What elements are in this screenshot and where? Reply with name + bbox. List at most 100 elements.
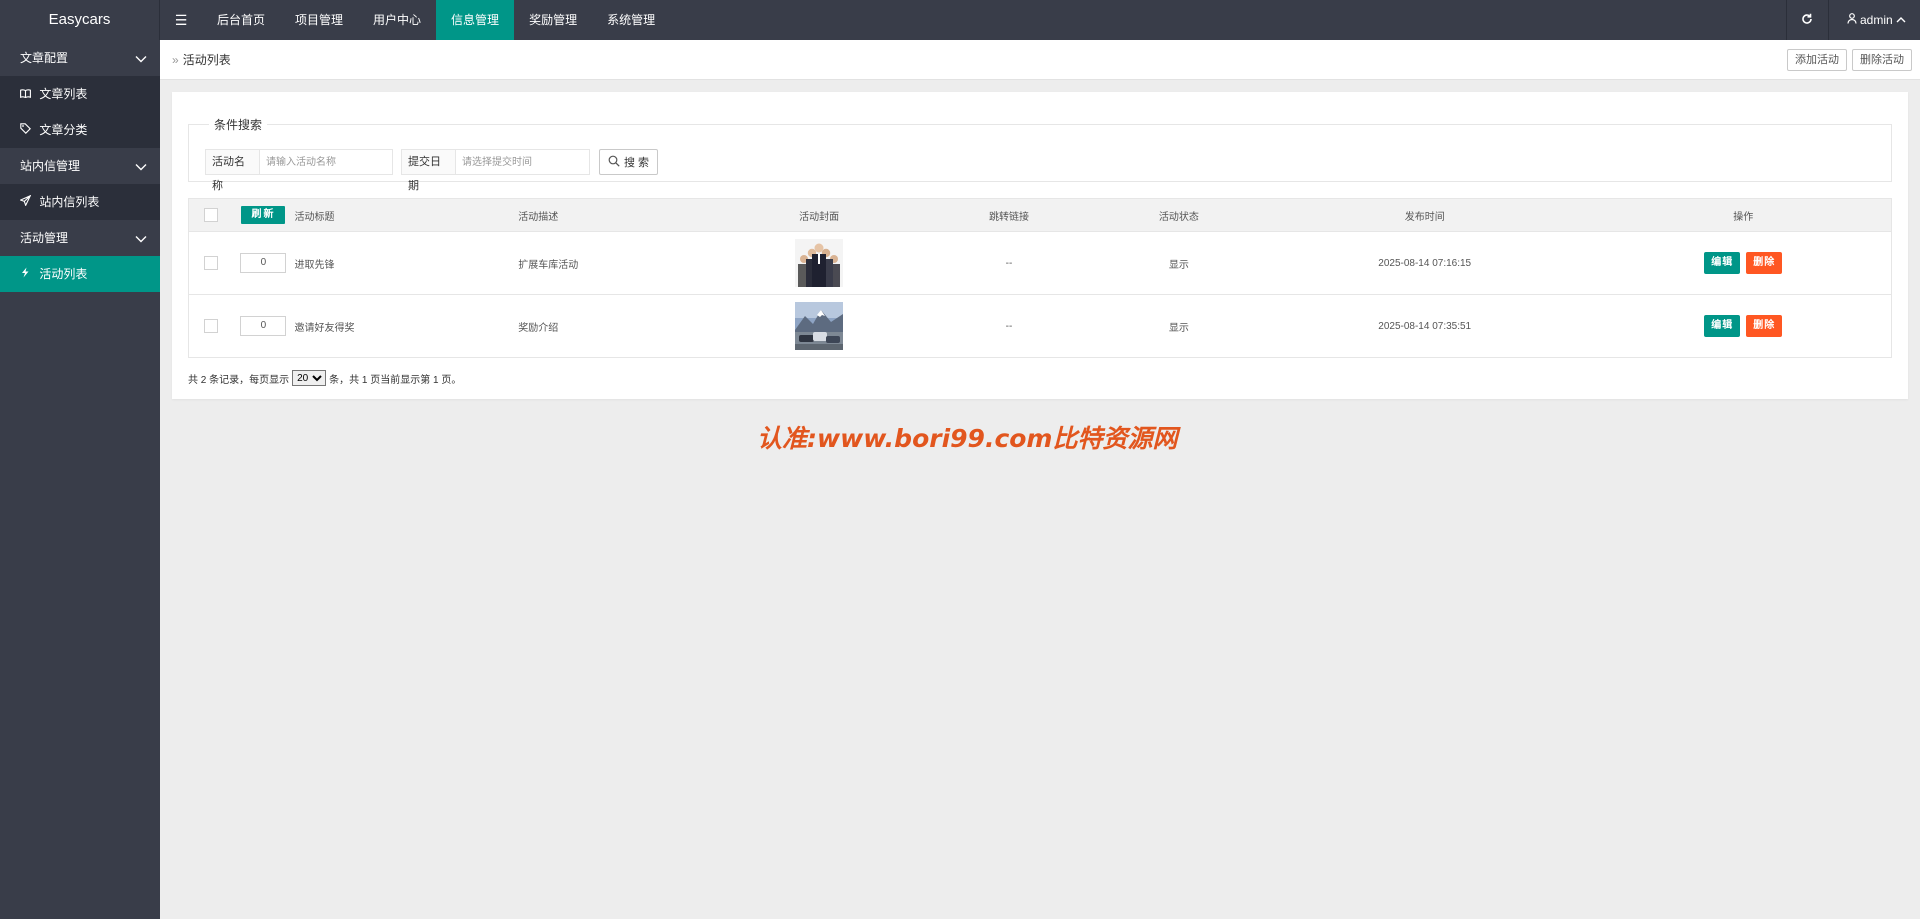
row-actions: 编辑 删除: [1595, 231, 1892, 295]
nav-info[interactable]: 信息管理: [436, 0, 515, 40]
search-legend: 条件搜索: [214, 118, 263, 132]
sidebar-group-article-config[interactable]: 文章配置: [0, 40, 160, 76]
top-right: admin: [1785, 0, 1920, 40]
refresh-cell: 刷新: [232, 198, 295, 232]
col-time: 发布时间: [1253, 198, 1596, 232]
sidebar-item-label: 站内信列表: [39, 195, 100, 209]
chevron-down-icon: [134, 40, 148, 76]
col-link: 跳转链接: [914, 198, 1104, 232]
sidebar-group-label: 站内信管理: [20, 159, 81, 173]
add-activity-button[interactable]: 添加活动: [1787, 49, 1847, 71]
user-name: admin: [1859, 13, 1893, 27]
row-time: 2025-08-14 07:16:15: [1253, 231, 1596, 295]
col-actions: 操作: [1595, 198, 1892, 232]
sidebar-item-label: 活动列表: [39, 267, 88, 281]
send-icon: [19, 185, 34, 221]
user-icon: [1847, 13, 1857, 27]
row-cover-cell: [724, 294, 915, 358]
row-link: --: [914, 294, 1104, 358]
activity-table: 刷新 活动标题 活动描述 活动封面 跳转链接 活动状态 发布时间 操作 0 进取…: [188, 198, 1892, 358]
sidebar-group-message[interactable]: 站内信管理: [0, 148, 160, 184]
sidebar-item-label: 文章分类: [39, 123, 88, 137]
row-desc: 扩展车库活动: [518, 231, 725, 295]
edit-button[interactable]: 编辑: [1704, 315, 1741, 337]
page-size-select[interactable]: 20: [292, 370, 327, 386]
sidebar-item-message-list[interactable]: 站内信列表: [0, 184, 160, 220]
sidebar: 文章配置 文章列表 文章分类 站内信管理 站内信列表 活动管理 活动列表: [0, 40, 160, 919]
table-refresh-button[interactable]: 刷新: [241, 206, 286, 224]
submit-date-input[interactable]: [456, 150, 589, 174]
row-desc: 奖励介绍: [518, 294, 725, 358]
chevron-down-icon: [134, 220, 148, 256]
col-title: 活动标题: [294, 198, 519, 232]
pagination-prefix: 共 2 条记录，每页显示: [188, 374, 290, 386]
search-fieldset: 条件搜索 活动名称 提交日期 搜 索: [188, 116, 1892, 192]
mountain-cars-image[interactable]: [795, 302, 844, 350]
row-title: 邀请好友得奖: [294, 294, 519, 358]
select-all-cell: [188, 198, 233, 232]
delete-button[interactable]: 删除: [1746, 315, 1783, 337]
breadcrumb-current: 活动列表: [182, 53, 231, 67]
nav-system[interactable]: 系统管理: [592, 0, 670, 40]
watermark-text: 认准:www.bori99.com比特资源网: [757, 424, 1178, 453]
row-title: 进取先锋: [294, 231, 519, 295]
app-logo: Easycars: [0, 0, 160, 40]
row-actions: 编辑 删除: [1595, 294, 1892, 358]
breadcrumb: » 活动列表: [172, 40, 231, 80]
chevron-down-icon: [134, 148, 148, 184]
nav-dashboard[interactable]: 后台首页: [202, 0, 280, 40]
row-link: --: [914, 231, 1104, 295]
nav-users[interactable]: 用户中心: [358, 0, 436, 40]
row-status: 显示: [1103, 231, 1254, 295]
delete-activity-button[interactable]: 删除活动: [1852, 49, 1912, 71]
submit-date-label: 提交日期: [402, 150, 456, 192]
row-cover-cell: [724, 231, 915, 295]
pagination-suffix: 条，共 1 页当前显示第 1 页。: [329, 374, 462, 386]
activity-panel: 条件搜索 活动名称 提交日期 搜 索 刷新 活动标题 活动描述: [172, 92, 1908, 399]
sidebar-item-label: 文章列表: [39, 87, 88, 101]
table-row: 0 进取先锋 扩展车库活动 -- 显示 2025-08-14 07:16:15 …: [188, 231, 1892, 295]
pagination: 共 2 条记录，每页显示 20 条，共 1 页当前显示第 1 页。: [188, 370, 461, 386]
nav-rewards[interactable]: 奖励管理: [514, 0, 592, 40]
search-icon: [608, 155, 624, 170]
sort-input[interactable]: 0: [240, 316, 287, 336]
sidebar-group-activity[interactable]: 活动管理: [0, 220, 160, 256]
tag-icon: [20, 113, 34, 149]
row-status: 显示: [1103, 294, 1254, 358]
row-sort-cell: 0: [232, 231, 295, 295]
business-team-image[interactable]: [795, 239, 844, 287]
sidebar-group-label: 文章配置: [20, 51, 69, 65]
activity-name-input[interactable]: [260, 150, 392, 174]
top-nav: ☰ 后台首页 项目管理 用户中心 信息管理 奖励管理 系统管理: [160, 0, 670, 40]
search-button-label: 搜 索: [623, 157, 650, 169]
main-content: »活动列表 添加活动 删除活动 条件搜索 活动名称 提交日期 搜 索: [160, 40, 1920, 919]
sidebar-item-article-category[interactable]: 文章分类: [0, 112, 160, 148]
row-select-cell: [188, 231, 233, 295]
col-status: 活动状态: [1103, 198, 1254, 232]
row-checkbox[interactable]: [203, 256, 218, 270]
activity-icon: [20, 257, 34, 293]
user-menu[interactable]: admin: [1827, 0, 1920, 40]
delete-button[interactable]: 删除: [1746, 252, 1783, 274]
refresh-icon[interactable]: [1785, 0, 1828, 40]
book-icon: [20, 77, 34, 113]
col-desc: 活动描述: [518, 198, 725, 232]
chevron-up-icon: [1896, 13, 1906, 27]
sort-input[interactable]: 0: [240, 253, 287, 273]
sidebar-item-article-list[interactable]: 文章列表: [0, 76, 160, 112]
edit-button[interactable]: 编辑: [1704, 252, 1741, 274]
activity-name-label: 活动名称: [206, 150, 260, 192]
sidebar-group-label: 活动管理: [20, 231, 69, 245]
nav-projects[interactable]: 项目管理: [280, 0, 358, 40]
table-header-row: 刷新 活动标题 活动描述 活动封面 跳转链接 活动状态 发布时间 操作: [188, 198, 1892, 232]
row-sort-cell: 0: [232, 294, 295, 358]
sidebar-item-activity-list[interactable]: 活动列表: [0, 256, 160, 292]
menu-toggle-icon[interactable]: ☰: [160, 0, 202, 40]
activity-name-field: 活动名称: [205, 149, 393, 192]
submit-date-field: 提交日期: [401, 149, 590, 192]
row-time: 2025-08-14 07:35:51: [1253, 294, 1596, 358]
select-all-checkbox[interactable]: [203, 208, 218, 222]
row-checkbox[interactable]: [203, 319, 218, 333]
search-button[interactable]: 搜 索: [599, 149, 658, 175]
top-bar: Easycars ☰ 后台首页 项目管理 用户中心 信息管理 奖励管理 系统管理…: [0, 0, 1920, 40]
